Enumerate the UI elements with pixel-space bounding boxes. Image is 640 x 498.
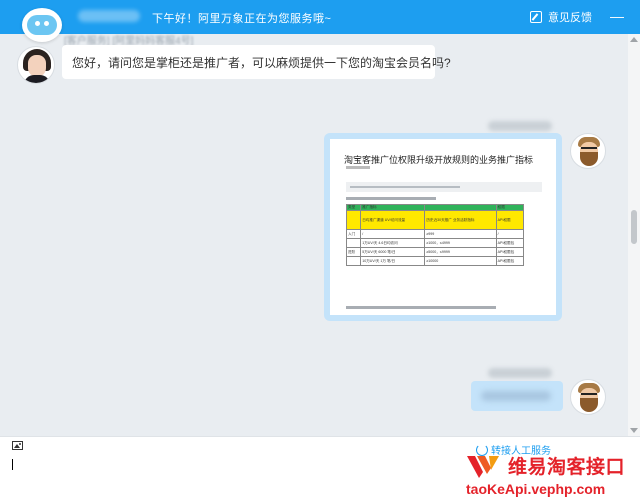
user-avatar: [570, 133, 606, 169]
user-name-blurred: [488, 368, 552, 378]
watermark-url: taoKeApi.vephp.com: [466, 481, 606, 497]
message-input[interactable]: [10, 455, 450, 495]
document-title: 淘宝客推广位权限升级开放规则的业务推广指标: [344, 155, 534, 165]
screenshot-document: 淘宝客推广位权限升级开放规则的业务推广指标 类型 推广指标 权限 日均推广渠道 …: [330, 139, 556, 315]
service-logo: [22, 8, 62, 42]
feedback-label: 意见反馈: [548, 12, 592, 24]
scroll-thumb[interactable]: [631, 210, 637, 244]
document-table: 类型 推广指标 权限 日均推广渠道 UV/访问流量 历史近30天推广 业务活跃指…: [345, 204, 525, 266]
agent-avatar: [17, 46, 55, 84]
chat-scrollbar[interactable]: [628, 34, 640, 436]
user-avatar: [570, 379, 606, 415]
header-greeting: 下午好！阿里万象正在为您服务哦~: [152, 13, 332, 25]
feedback-button[interactable]: 意见反馈: [530, 9, 592, 25]
user-message-bubble-blurred: [471, 381, 563, 411]
minimize-button[interactable]: —: [610, 8, 624, 24]
feedback-icon: [530, 11, 542, 23]
cloud-icon: [27, 15, 57, 35]
text-caret: [12, 459, 13, 470]
user-image-message[interactable]: 淘宝客推广位权限升级开放规则的业务推广指标 类型 推广指标 权限 日均推广渠道 …: [324, 133, 562, 321]
watermark-brand: 维易淘客接口: [508, 457, 626, 478]
brand-logo-icon: [467, 456, 499, 478]
user-name-blurred: [488, 121, 552, 131]
image-icon[interactable]: [12, 441, 23, 450]
scroll-up-icon[interactable]: [630, 37, 638, 42]
chat-header: 下午好！阿里万象正在为您服务哦~ 意见反馈 —: [0, 0, 640, 34]
watermark: 维易淘客接口 taoKeApi.vephp.com: [462, 448, 640, 498]
scroll-down-icon[interactable]: [630, 428, 638, 433]
agent-message-bubble: 您好，请问您是掌柜还是推广者，可以麻烦提供一下您的淘宝会员名吗?: [62, 45, 451, 79]
chat-messages[interactable]: [客户服务] [阿里妈妈客服4号] 您好，请问您是掌柜还是推广者，可以麻烦提供一…: [0, 34, 628, 436]
agent-name-blurred: [78, 10, 140, 22]
